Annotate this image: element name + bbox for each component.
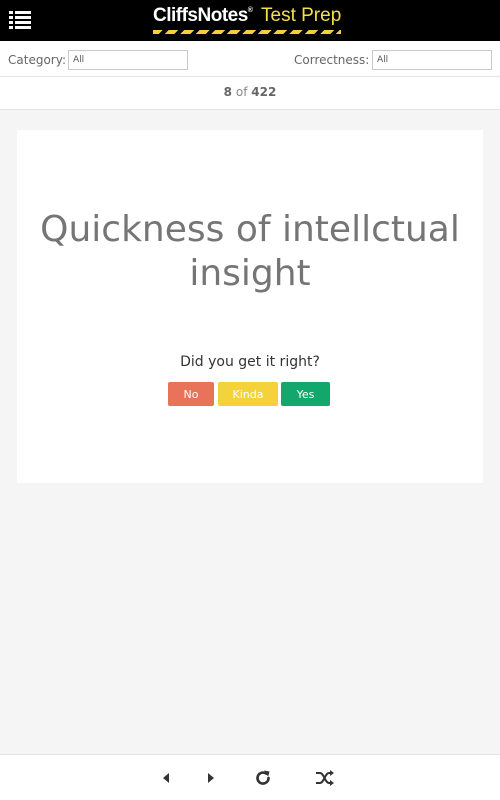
self-assessment-prompt: Did you get it right?: [180, 354, 320, 370]
logo-product: Test Prep: [261, 5, 342, 26]
registered-mark: ®: [247, 7, 253, 14]
shuffle-icon: [316, 770, 334, 786]
yes-button[interactable]: Yes: [281, 382, 330, 406]
no-button[interactable]: No: [168, 382, 214, 406]
category-select[interactable]: All: [68, 50, 188, 70]
restart-icon: [256, 770, 270, 785]
shuffle-button[interactable]: [315, 768, 335, 788]
menu-button[interactable]: [9, 10, 31, 30]
correctness-label: Correctness:: [294, 53, 370, 67]
app-header: CliffsNotes® Test Prep: [0, 0, 500, 41]
logo-brand: CliffsNotes®: [153, 5, 253, 26]
flashcard[interactable]: Quickness of intellctual insight Did you…: [17, 130, 483, 483]
card-counter: 8 of 422: [0, 77, 500, 110]
list-menu-icon: [9, 11, 31, 29]
counter-separator: of: [235, 85, 248, 99]
correctness-select[interactable]: All: [372, 50, 492, 70]
flashcard-term: Quickness of intellctual insight: [40, 209, 460, 294]
filter-bar: Category: All Correctness: All: [0, 41, 500, 77]
restart-button[interactable]: [253, 768, 273, 788]
next-icon: [208, 773, 214, 783]
logo-stripe: [153, 30, 341, 34]
category-label: Category:: [8, 53, 66, 67]
previous-button[interactable]: [156, 768, 176, 788]
kinda-button[interactable]: Kinda: [218, 382, 278, 406]
counter-current: 8: [223, 85, 233, 99]
app-logo: CliffsNotes® Test Prep: [153, 5, 343, 37]
next-button[interactable]: [201, 768, 221, 788]
counter-total: 422: [251, 85, 277, 99]
card-navigation-bar: [0, 754, 500, 800]
previous-icon: [163, 773, 169, 783]
